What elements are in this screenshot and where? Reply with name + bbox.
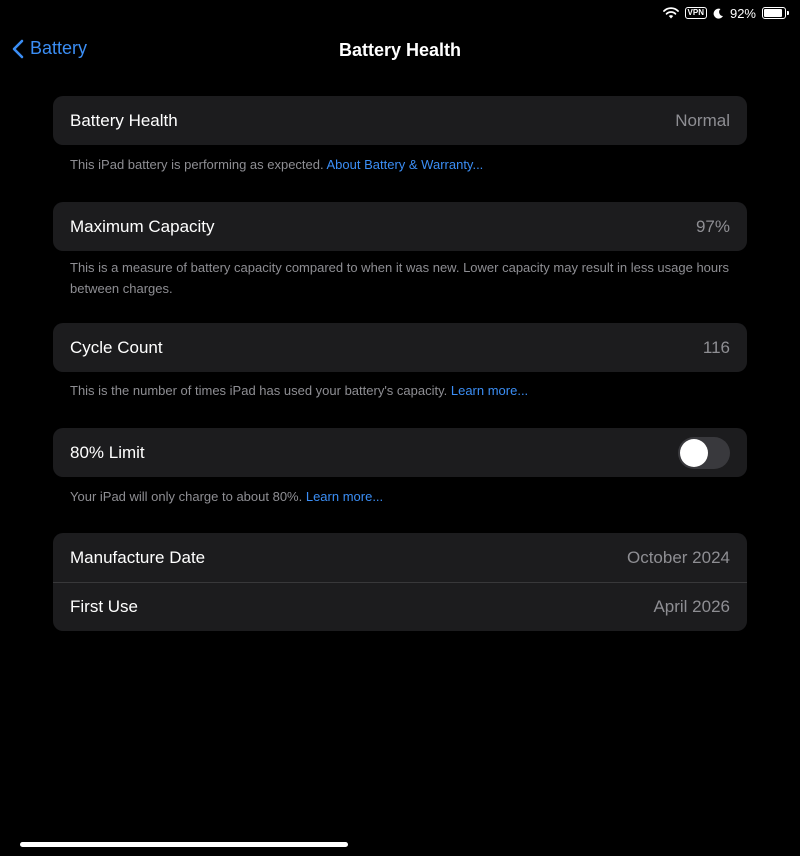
- first-use-label: First Use: [70, 597, 138, 616]
- vpn-badge: VPN: [684, 7, 707, 19]
- limit-group: 80% Limit: [53, 428, 747, 477]
- battery-level-fill: [764, 9, 783, 17]
- cycle-count-learn-more-link[interactable]: Learn more...: [451, 383, 528, 398]
- about-battery-warranty-link[interactable]: About Battery & Warranty...: [327, 157, 484, 172]
- battery-health-group: Battery Health Normal: [53, 96, 747, 145]
- max-capacity-row: Maximum Capacity 97%: [53, 202, 747, 251]
- max-capacity-footer: This is a measure of battery capacity co…: [70, 257, 740, 299]
- page-title: Battery Health: [338, 40, 462, 60]
- wifi-icon: [662, 7, 679, 19]
- cycle-count-value: 116: [702, 337, 730, 357]
- moon-icon: [713, 8, 723, 19]
- dates-group: Manufacture Date October 2024 First Use …: [53, 533, 747, 631]
- cycle-count-footer: This is the number of times iPad has use…: [70, 380, 740, 401]
- battery-health-footer: This iPad battery is performing as expec…: [70, 154, 740, 175]
- navigation-bar: Battery Health Battery: [0, 36, 800, 68]
- limit-row: 80% Limit: [53, 428, 747, 477]
- cycle-count-row: Cycle Count 116: [53, 323, 747, 372]
- back-button-label: Battery: [30, 38, 88, 58]
- max-capacity-label: Maximum Capacity: [70, 216, 215, 236]
- manufacture-date-label: Manufacture Date: [70, 547, 206, 567]
- cycle-count-footer-text: This is the number of times iPad has use…: [70, 383, 451, 398]
- limit-footer: Your iPad will only charge to about 80%.…: [70, 486, 740, 507]
- toggle-knob: [680, 438, 708, 467]
- battery-percent: 92%: [729, 5, 756, 21]
- max-capacity-footer-text: This is a measure of battery capacity co…: [70, 260, 729, 296]
- first-use-value: April 2026: [653, 597, 730, 616]
- home-indicator[interactable]: [20, 842, 348, 847]
- battery-icon: [762, 7, 789, 19]
- back-button[interactable]: Battery: [12, 38, 87, 59]
- limit-learn-more-link[interactable]: Learn more...: [306, 489, 383, 504]
- battery-health-label: Battery Health: [70, 110, 178, 130]
- battery-health-footer-text: This iPad battery is performing as expec…: [70, 157, 327, 172]
- first-use-row: First Use April 2026: [53, 582, 747, 631]
- limit-label: 80% Limit: [70, 442, 145, 462]
- battery-health-row: Battery Health Normal: [53, 96, 747, 145]
- manufacture-date-row: Manufacture Date October 2024: [53, 533, 747, 582]
- limit-toggle[interactable]: [678, 436, 730, 469]
- status-bar: VPN 92%: [662, 4, 789, 22]
- chevron-left-icon: [12, 39, 24, 58]
- manufacture-date-value: October 2024: [626, 547, 730, 567]
- max-capacity-group: Maximum Capacity 97%: [53, 202, 747, 251]
- max-capacity-value: 97%: [695, 216, 730, 236]
- cycle-count-group: Cycle Count 116: [53, 323, 747, 372]
- cycle-count-label: Cycle Count: [70, 337, 163, 357]
- battery-health-value: Normal: [675, 110, 730, 130]
- limit-footer-text: Your iPad will only charge to about 80%.: [70, 489, 306, 504]
